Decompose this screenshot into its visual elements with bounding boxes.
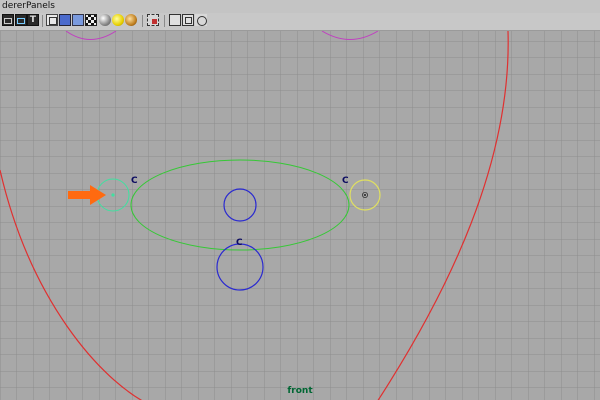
right-locator-label: C (342, 176, 349, 186)
shaded-cube-icon[interactable] (72, 14, 84, 26)
orange-arrow-icon (68, 185, 106, 205)
texture-checker-icon[interactable] (85, 14, 97, 26)
all-lights-icon[interactable] (125, 14, 137, 26)
snapshot-icon[interactable] (195, 14, 207, 26)
sphere-shade-icon[interactable] (99, 14, 111, 26)
camera-attr-icon[interactable] (15, 14, 27, 26)
default-light-icon[interactable] (112, 14, 124, 26)
menu-bar: derer Panels (0, 0, 600, 13)
selection-highlight-icon[interactable] (147, 14, 159, 26)
smooth-shade-icon[interactable] (59, 14, 71, 26)
menu-renderer[interactable]: derer (2, 0, 26, 13)
left-locator-label: C (131, 176, 138, 186)
wireframe-cube-icon[interactable] (46, 14, 58, 26)
viewport-grid (0, 31, 600, 400)
center-locator-label: C (236, 238, 243, 248)
viewport-canvas (0, 31, 600, 400)
left-corner-locator-dot (111, 193, 115, 197)
camera-icon[interactable] (2, 14, 14, 26)
viewport-label: front (287, 386, 313, 396)
panel-toolbar: T (0, 13, 600, 31)
menu-panels[interactable]: Panels (26, 0, 55, 13)
duplicate-view-icon[interactable] (182, 14, 194, 26)
right-corner-locator-dot (364, 194, 366, 196)
text-tool-icon[interactable]: T (27, 14, 39, 26)
front-viewport[interactable] (0, 31, 600, 400)
cube-view-icon[interactable] (169, 14, 181, 26)
